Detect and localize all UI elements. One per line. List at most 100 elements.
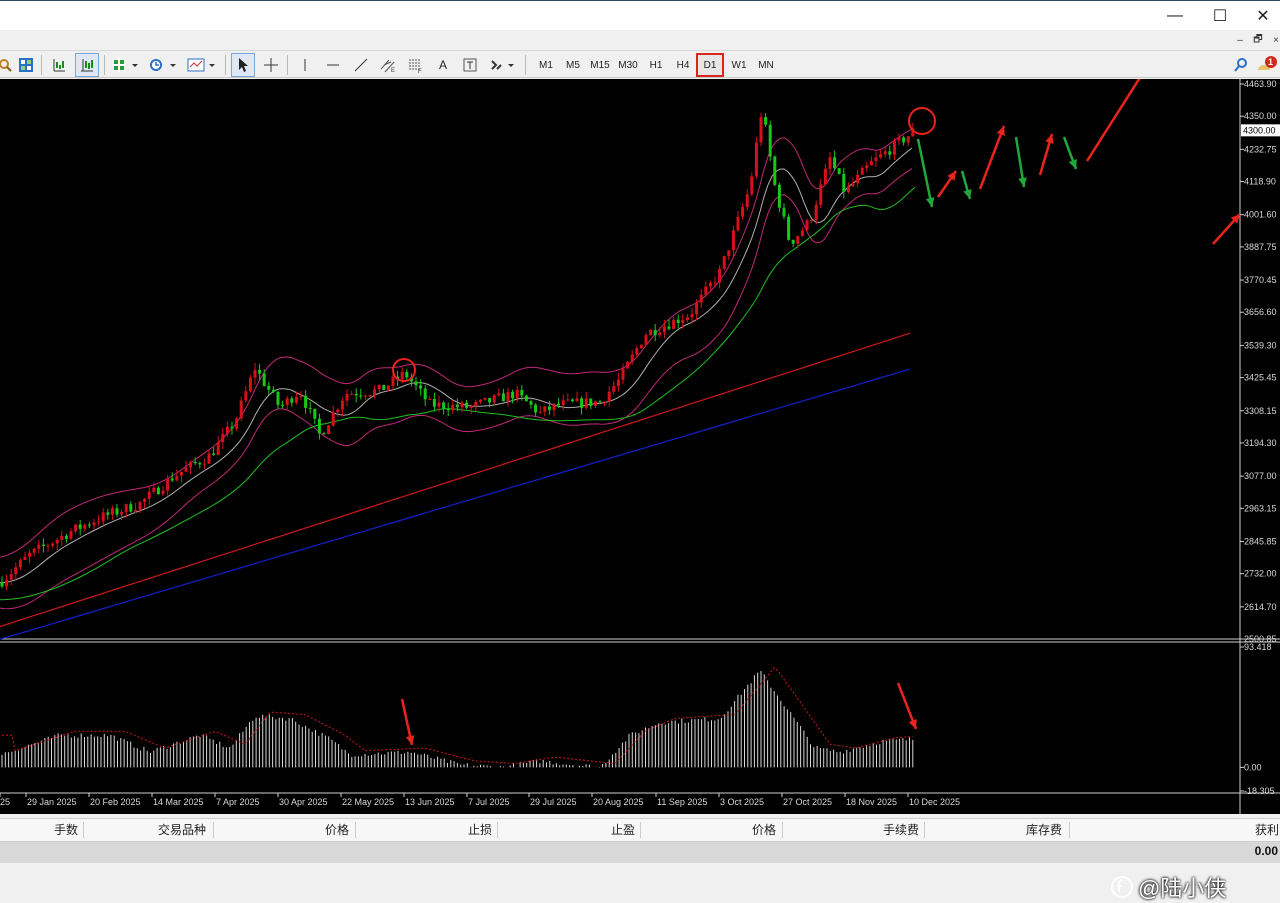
candle-body: [805, 220, 809, 231]
candle-body: [787, 216, 791, 240]
arrows-menu-icon[interactable]: [487, 54, 517, 76]
terminal-column-header[interactable]: 库存费: [1026, 819, 1062, 839]
terminal-column-header[interactable]: 交易品种: [158, 819, 206, 839]
terminal-column-header[interactable]: 止盈: [611, 819, 635, 839]
candle-body: [465, 402, 469, 408]
price-tick-label: 3656.60: [1244, 307, 1277, 317]
horizontal-line-tool-icon[interactable]: [322, 54, 344, 76]
timeframe-button-m1[interactable]: M1: [533, 54, 559, 76]
price-chart[interactable]: 4463.90 4350.00 4232.75 4118.90 4001.60 3887.…: [0, 53, 1280, 901]
candle-body: [616, 379, 620, 387]
candle-body: [685, 317, 689, 321]
candle-body: [414, 381, 418, 386]
periodicity-menu-icon[interactable]: [146, 54, 180, 76]
notification-count-badge: 1: [1268, 57, 1274, 67]
timeframe-button-m30[interactable]: M30: [615, 54, 641, 76]
candle-body: [879, 154, 883, 158]
candle-body: [350, 393, 354, 395]
indicator-tick-label: 93.418: [1244, 642, 1272, 652]
chart-close-button[interactable]: ×: [1268, 32, 1280, 48]
trendline-tool-icon[interactable]: [350, 54, 372, 76]
indicators-menu-icon[interactable]: [110, 54, 140, 76]
price-tick-label: 3077.00: [1244, 471, 1277, 481]
candle-body: [41, 544, 45, 546]
candle-body: [428, 398, 432, 400]
candle-body: [869, 161, 873, 166]
candle-body: [478, 399, 482, 402]
timeframe-button-h4[interactable]: H4: [670, 54, 696, 76]
candle-body: [621, 368, 625, 380]
candle-body: [727, 250, 731, 257]
candle-body: [253, 369, 257, 378]
chart-restore-button[interactable]: 🗗: [1250, 32, 1266, 48]
candle-body: [442, 402, 446, 409]
timeframe-button-m5[interactable]: M5: [560, 54, 586, 76]
candle-body: [699, 294, 703, 303]
equidistant-channel-tool-icon[interactable]: E: [377, 54, 399, 76]
magnifier-tool-icon[interactable]: [0, 54, 16, 76]
annotation-arrow: [978, 125, 1006, 190]
candle-body: [193, 461, 197, 464]
search-icon[interactable]: [1230, 54, 1252, 76]
candle-body: [101, 512, 105, 522]
price-tick-label: 3770.45: [1244, 275, 1277, 285]
candle-body: [156, 487, 160, 495]
restore-icon: 🗗: [1253, 33, 1263, 45]
date-tick-label: 18 Nov 2025: [846, 797, 897, 807]
terminal-column-header[interactable]: 止损: [468, 819, 492, 839]
candle-body: [607, 391, 611, 402]
brand-logo-icon: [1111, 876, 1133, 898]
candle-body: [791, 239, 795, 244]
candle-body: [566, 399, 570, 401]
candle-body: [488, 397, 492, 403]
candle-body: [580, 398, 584, 408]
notifications-icon[interactable]: 1: [1256, 54, 1278, 76]
chart-minimize-button[interactable]: –: [1232, 32, 1248, 48]
candle-body: [0, 582, 4, 587]
watermark: @陆小侠: [1110, 871, 1226, 903]
timeframe-button-m15[interactable]: M15: [587, 54, 613, 76]
vertical-line-tool-icon[interactable]: [294, 54, 316, 76]
candle-body: [92, 522, 96, 526]
candle-body: [294, 396, 298, 403]
candle-body: [575, 398, 579, 402]
terminal-column-header[interactable]: 价格: [752, 819, 776, 839]
cursor-tool-icon[interactable]: [231, 53, 255, 77]
svg-text:E: E: [391, 68, 395, 73]
timeframe-button-d1[interactable]: D1: [696, 53, 724, 77]
chart-canvas[interactable]: 4463.90 4350.00 4232.75 4118.90 4001.60 3887.…: [0, 53, 1280, 814]
terminal-column-header[interactable]: 手续费: [883, 819, 919, 839]
candle-body: [133, 509, 137, 512]
templates-menu-icon[interactable]: [185, 54, 219, 76]
candle-body: [304, 395, 308, 408]
timeframe-button-w1[interactable]: W1: [726, 54, 752, 76]
terminal-column-header[interactable]: 获利: [1255, 819, 1279, 839]
candle-body: [800, 230, 804, 237]
text-tool-button[interactable]: A: [432, 54, 454, 76]
terminal-column-header[interactable]: 手数: [54, 819, 78, 839]
candle-body: [437, 402, 441, 407]
candle-body: [377, 384, 381, 390]
profiles-icon[interactable]: [15, 54, 37, 76]
window-maximize-button[interactable]: ☐: [1197, 1, 1243, 31]
candle-body: [336, 409, 340, 413]
candle-body: [497, 393, 501, 396]
text-label-tool-icon[interactable]: [459, 54, 481, 76]
timeframe-button-mn[interactable]: MN: [753, 54, 779, 76]
fibonacci-tool-icon[interactable]: F: [404, 54, 426, 76]
candle-body: [635, 348, 639, 355]
candle-body: [676, 319, 680, 323]
window-minimize-button[interactable]: —: [1152, 1, 1198, 31]
candle-body: [64, 535, 68, 539]
auto-scroll-icon[interactable]: [48, 54, 70, 76]
candle-body: [207, 453, 211, 464]
timeframe-button-h1[interactable]: H1: [643, 54, 669, 76]
chart-shift-icon[interactable]: [75, 53, 99, 77]
candle-body: [570, 399, 574, 402]
candle-body: [18, 559, 22, 568]
candle-body: [639, 344, 643, 349]
crosshair-tool-icon[interactable]: [260, 54, 282, 76]
candle-body: [584, 398, 588, 408]
window-close-button[interactable]: ✕: [1240, 1, 1280, 31]
terminal-column-header[interactable]: 价格: [325, 819, 349, 839]
